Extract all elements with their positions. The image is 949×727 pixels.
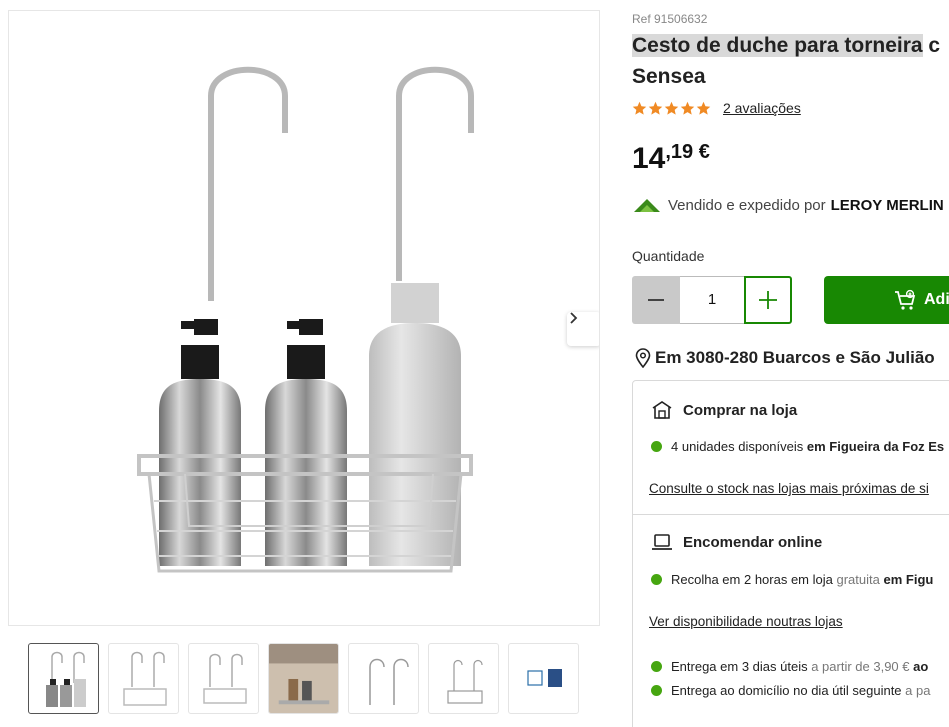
delivery-dot-1	[651, 661, 662, 672]
delivery1-suffix: ao	[913, 659, 929, 674]
product-title-rest: c	[922, 34, 941, 57]
location-text: Em 3080-280 Buarcos e São Julião	[655, 348, 935, 367]
section-divider	[633, 514, 949, 515]
quantity-increase-button[interactable]	[744, 276, 792, 324]
price-integer: 14	[632, 142, 666, 175]
product-main-image[interactable]	[8, 10, 600, 626]
thumbnail-7[interactable]	[508, 643, 579, 714]
pickup-availability: Recolha em 2 horas em loja gratuita em F…	[651, 572, 933, 587]
add-to-cart-button[interactable]: Adi	[824, 276, 949, 324]
delivery2-prefix: Entrega ao domicílio no dia útil seguint…	[671, 683, 902, 698]
shower-caddy-image	[137, 66, 474, 573]
thumbnail-1[interactable]	[28, 643, 99, 714]
product-title-highlight: Cesto de duche para torneira	[632, 34, 923, 57]
online-section-heading: Encomendar online	[651, 533, 822, 551]
price: 14,19 €	[632, 141, 710, 176]
store-availability: 4 unidades disponíveis em Figueira da Fo…	[651, 439, 944, 454]
leroy-merlin-logo-icon	[634, 199, 660, 212]
delivery2-from: a pa	[905, 683, 931, 698]
product-title: Cesto de duche para torneira c Sensea	[632, 30, 949, 92]
pickup-store: em Figu	[883, 572, 934, 587]
product-ref: Ref 91506632	[632, 12, 708, 26]
store-heading-text: Comprar na loja	[683, 401, 798, 419]
delivery1-from: a partir de 3,90 €	[811, 659, 910, 674]
in-stock-dot	[651, 441, 662, 452]
add-to-cart-label: Adi	[924, 291, 949, 308]
delivery-dot-2	[651, 685, 662, 696]
store-section-heading: Comprar na loja	[651, 400, 797, 420]
cart-icon	[895, 289, 916, 310]
other-stores-link[interactable]: Ver disponibilidade noutras lojas	[649, 614, 843, 629]
online-heading-text: Encomendar online	[683, 533, 823, 551]
rating-stars	[632, 101, 711, 116]
pickup-dot	[651, 574, 662, 585]
thumbnail-5[interactable]	[348, 643, 419, 714]
thumbnail-3[interactable]	[188, 643, 259, 714]
store-icon	[652, 401, 672, 419]
star-icon	[664, 101, 679, 115]
minus-icon	[648, 299, 664, 301]
next-image-button[interactable]	[567, 312, 599, 346]
thumbnail-2[interactable]	[108, 643, 179, 714]
store-availability-store: em Figueira da Foz Es	[806, 439, 945, 454]
store-availability-prefix: 4 unidades disponíveis	[671, 439, 804, 454]
quantity-input[interactable]: 1	[680, 276, 744, 324]
price-decimal: ,19 €	[665, 141, 710, 163]
product-title-line2: Sensea	[632, 65, 706, 88]
seller-prefix: Vendido e expedido por	[668, 196, 826, 214]
pickup-free: gratuita	[836, 572, 880, 587]
star-icon	[648, 101, 663, 115]
plus-icon	[759, 291, 777, 309]
seller-info: Vendido e expedido por LEROY MERLIN	[632, 196, 944, 214]
product-page: Ref 91506632 Cesto de duche para torneir…	[0, 0, 949, 727]
stock-nearby-link[interactable]: Consulte o stock nas lojas mais próximas…	[649, 481, 929, 496]
laptop-icon	[652, 534, 672, 550]
quantity-stepper: 1	[632, 276, 792, 324]
delivery-location[interactable]: Em 3080-280 Buarcos e São Julião	[635, 348, 935, 368]
thumbnail-strip	[28, 643, 579, 714]
rating: 2 avaliações	[632, 100, 801, 116]
availability-panel: Comprar na loja 4 unidades disponíveis e…	[632, 380, 949, 727]
chevron-right-icon	[570, 312, 578, 324]
product-info: Ref 91506632 Cesto de duche para torneir…	[632, 0, 949, 727]
delivery-option-1: Entrega em 3 dias úteis a partir de 3,90…	[651, 659, 928, 674]
thumbnail-4[interactable]	[268, 643, 339, 714]
star-icon	[632, 101, 647, 115]
location-pin-icon	[635, 348, 651, 368]
pickup-prefix: Recolha em 2 horas em loja	[671, 572, 833, 587]
thumbnail-6[interactable]	[428, 643, 499, 714]
quantity-label: Quantidade	[632, 248, 705, 264]
star-icon	[680, 101, 695, 115]
delivery-option-2: Entrega ao domicílio no dia útil seguint…	[651, 683, 930, 698]
quantity-decrease-button[interactable]	[632, 276, 680, 324]
star-icon	[696, 101, 711, 115]
delivery1-prefix: Entrega em 3 dias úteis	[671, 659, 808, 674]
seller-name: LEROY MERLIN	[830, 196, 944, 214]
reviews-link[interactable]: 2 avaliações	[723, 100, 801, 116]
